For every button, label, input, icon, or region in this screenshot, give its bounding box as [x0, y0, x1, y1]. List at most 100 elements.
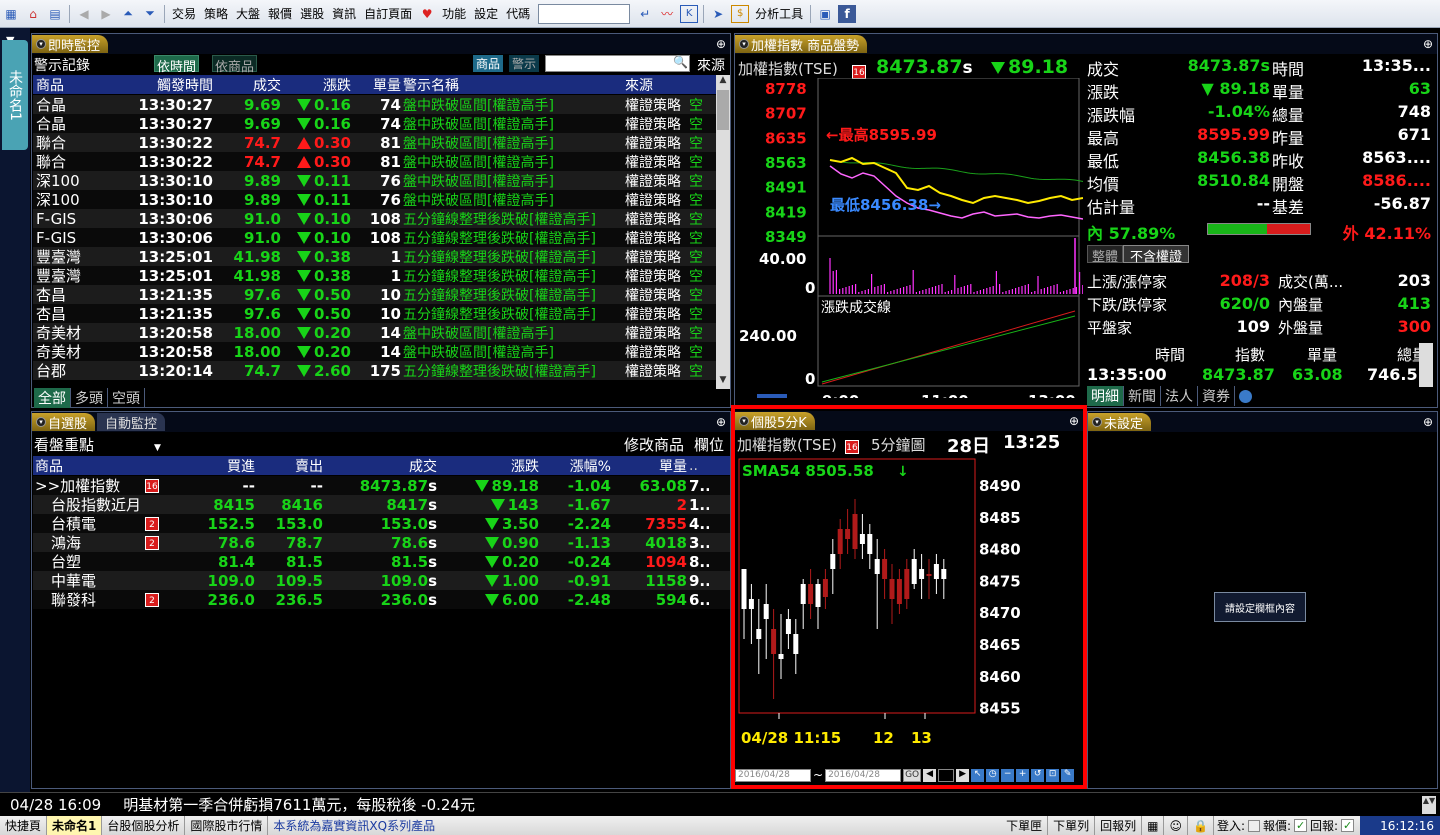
table-row[interactable]: 豐臺灣 13:25:01 41.98 0.38 1 五分鐘線整理後跌破[權證高手] 權證策略…	[33, 247, 716, 266]
scroll-down-icon[interactable]: ▼	[716, 375, 730, 389]
table-row[interactable]: >>加權指數 16 -- -- 8473.87s 89.18 -1.04 63.08 7..	[33, 476, 730, 495]
scroll-thumb[interactable]	[717, 90, 729, 130]
col-volume[interactable]: 單量	[355, 75, 403, 95]
cursor-icon[interactable]: ➤	[709, 5, 727, 23]
kline-period[interactable]: 5分鐘圖	[871, 434, 926, 455]
tab-institution[interactable]: 法人	[1161, 386, 1198, 406]
dollar-icon[interactable]: $	[731, 4, 750, 23]
prev-icon[interactable]: ◀	[923, 768, 937, 782]
news-headline[interactable]: 明基材第一季合併虧損7611萬元，每股稅後 -0.24元	[123, 794, 475, 815]
reset-icon[interactable]: ↺	[1031, 768, 1045, 782]
app-grid-icon[interactable]: ▦	[2, 5, 20, 23]
panel-menu-icon[interactable]: ▾	[36, 39, 46, 49]
seg-alert-button[interactable]: 警示	[509, 55, 540, 72]
go-button[interactable]: GO	[903, 768, 922, 782]
auto-monitor-tab[interactable]: 自動監控	[97, 413, 166, 432]
table-row[interactable]: 台郡 13:20:14 74.7 2.60 175 五分鐘線整理後跌破[權證高手] 權證策略…	[33, 361, 716, 380]
watchlist-tab[interactable]: ▾ 自選股	[32, 413, 96, 432]
set-frame-content-button[interactable]: 請設定欄框內容	[1214, 592, 1306, 622]
table-row[interactable]: 聯發科 2 236.0 236.5 236.0s 6.00 -2.48 594 6..	[33, 590, 730, 609]
tab-long[interactable]: 多頭	[71, 388, 108, 408]
range-slider[interactable]	[938, 768, 955, 782]
menu-strategy[interactable]: 策略	[200, 5, 232, 22]
menu-market[interactable]: 大盤	[232, 5, 264, 22]
zoom-in-icon[interactable]: +	[1016, 768, 1030, 782]
chart-icon[interactable]: 〰	[658, 5, 676, 23]
home-icon[interactable]: ⌂	[24, 5, 42, 23]
zoom-icon[interactable]: ⊕	[716, 415, 726, 429]
menu-function[interactable]: 功能	[438, 5, 470, 22]
col-product[interactable]: 商品	[33, 75, 105, 95]
table-row[interactable]: 合晶 13:30:27 9.69 0.16 74 盤中跌破區間[權證高手] 權證策略空	[33, 95, 716, 114]
table-row[interactable]: F-GIS 13:30:06 91.0 0.10 108 五分鐘線整理後跌破[權證高手] 權…	[33, 209, 716, 228]
excl-warrant-button[interactable]: 不含權證	[1123, 245, 1190, 265]
panel-menu-icon[interactable]: ▾	[1092, 417, 1102, 427]
search-icon[interactable]: 🔍	[673, 55, 688, 69]
field-link[interactable]: 欄位	[694, 434, 724, 455]
col-price[interactable]: 成交	[325, 456, 439, 476]
table-row[interactable]: 中華電 109.0 109.5 109.0s 1.00 -0.91 1158 9..	[33, 571, 730, 590]
col-trigger-time[interactable]: 觸發時間	[105, 75, 219, 95]
col-source[interactable]: 來源	[625, 75, 689, 95]
scroll-up-icon[interactable]: ▲	[716, 75, 730, 89]
by-time-button[interactable]: 依時間	[154, 55, 200, 75]
detail-scrollbar[interactable]	[1419, 343, 1433, 387]
table-row[interactable]: 合晶 13:30:27 9.69 0.16 74 盤中跌破區間[權證高手] 權證策略空	[33, 114, 716, 133]
document-icon[interactable]: ▤	[46, 5, 64, 23]
lock-icon[interactable]: 🔒	[1188, 816, 1214, 835]
by-product-button[interactable]: 依商品	[212, 55, 258, 75]
facebook-icon[interactable]: f	[838, 4, 857, 23]
alert-search-input[interactable]	[545, 55, 690, 72]
grid-icon[interactable]: ▦	[1142, 816, 1165, 835]
date-to-input[interactable]: 2016/04/28	[825, 768, 902, 782]
table-row[interactable]: 聯合 13:30:22 74.7 0.30 81 盤中跌破區間[權證高手] 權證策略空	[33, 133, 716, 152]
menu-settings[interactable]: 設定	[470, 5, 502, 22]
alert-panel-tab[interactable]: ▾ 即時監控	[32, 35, 109, 54]
menu-custom-page[interactable]: 自訂頁面	[360, 5, 416, 22]
task-quick-page[interactable]: 快捷頁	[0, 816, 48, 835]
seg-product-button[interactable]: 商品	[473, 55, 504, 72]
order-box-button[interactable]: 下單匣	[1001, 816, 1049, 835]
zoom-icon[interactable]: ⊕	[1423, 37, 1433, 51]
table-row[interactable]: F-GIS 13:30:06 91.0 0.10 108 五分鐘線整理後跌破[權證高手] 權…	[33, 228, 716, 247]
panel-menu-icon[interactable]: ▾	[739, 416, 749, 426]
k-icon[interactable]: K	[680, 4, 699, 23]
table-row[interactable]: 聯合 13:30:22 74.7 0.30 81 盤中跌破區間[權證高手] 權證策略空	[33, 152, 716, 171]
table-row[interactable]: 豐臺灣 13:25:01 41.98 0.38 1 五分鐘線整理後跌破[權證高手] 權證策略…	[33, 266, 716, 285]
table-row[interactable]: 杏昌 13:21:35 97.6 0.50 10 五分鐘線整理後跌破[權證高手] 權證策略空	[33, 304, 716, 323]
menu-analysis-tools[interactable]: 分析工具	[751, 5, 807, 22]
sidebar-page-tab[interactable]: 未命名1	[2, 40, 28, 150]
col-more[interactable]: ..	[689, 458, 709, 474]
fit-icon[interactable]: ⊡	[1046, 768, 1060, 782]
clock-icon[interactable]: ◷	[986, 768, 1000, 782]
col-price[interactable]: 成交	[219, 75, 285, 95]
panel-menu-icon[interactable]: ▾	[739, 39, 749, 49]
zoom-out-icon[interactable]: −	[1001, 768, 1015, 782]
home-corner-icon[interactable]: ↖	[971, 768, 985, 782]
task-unnamed-1[interactable]: 未命名1	[47, 816, 103, 835]
table-row[interactable]: 杏昌 13:21:35 97.6 0.50 10 五分鐘線整理後跌破[權證高手] 權證策略空	[33, 285, 716, 304]
zoom-icon[interactable]: ⊕	[1069, 414, 1079, 428]
menu-screener[interactable]: 選股	[296, 5, 328, 22]
table-row[interactable]: 深100 13:30:10 9.89 0.11 76 盤中跌破區間[權證高手] 權證策略空	[33, 190, 716, 209]
next-icon[interactable]: ▶	[956, 768, 970, 782]
zoom-icon[interactable]: ⊕	[716, 37, 726, 51]
table-row[interactable]: 台積電 2 152.5 153.0 153.0s 3.50 -2.24 7355 4..	[33, 514, 730, 533]
zoom-icon[interactable]: ⊕	[1423, 415, 1433, 429]
whole-button[interactable]: 整體	[1087, 245, 1124, 265]
task-intl-market[interactable]: 國際股市行情	[185, 816, 269, 835]
modify-product-link[interactable]: 修改商品	[624, 434, 684, 455]
chart-settings-icon[interactable]	[757, 394, 787, 398]
code-input[interactable]	[538, 3, 631, 24]
tab-detail[interactable]: 明細	[1087, 386, 1124, 406]
tab-margin[interactable]: 資券	[1198, 386, 1235, 406]
col-pct[interactable]: 漲幅%	[541, 456, 613, 476]
tool-icon[interactable]: ✎	[1061, 768, 1075, 782]
back-arrow-icon[interactable]: ◀	[75, 5, 93, 23]
index-panel-tab[interactable]: ▾ 加權指數 商品盤勢	[735, 35, 868, 54]
order-bar-button[interactable]: 下單列	[1048, 816, 1096, 835]
col-change[interactable]: 漲跌	[439, 456, 541, 476]
task-tw-stock-analysis[interactable]: 台股個股分析	[102, 816, 186, 835]
alert-scrollbar[interactable]: ▲ ▼	[716, 75, 730, 389]
tab-news[interactable]: 新聞	[1124, 386, 1161, 406]
